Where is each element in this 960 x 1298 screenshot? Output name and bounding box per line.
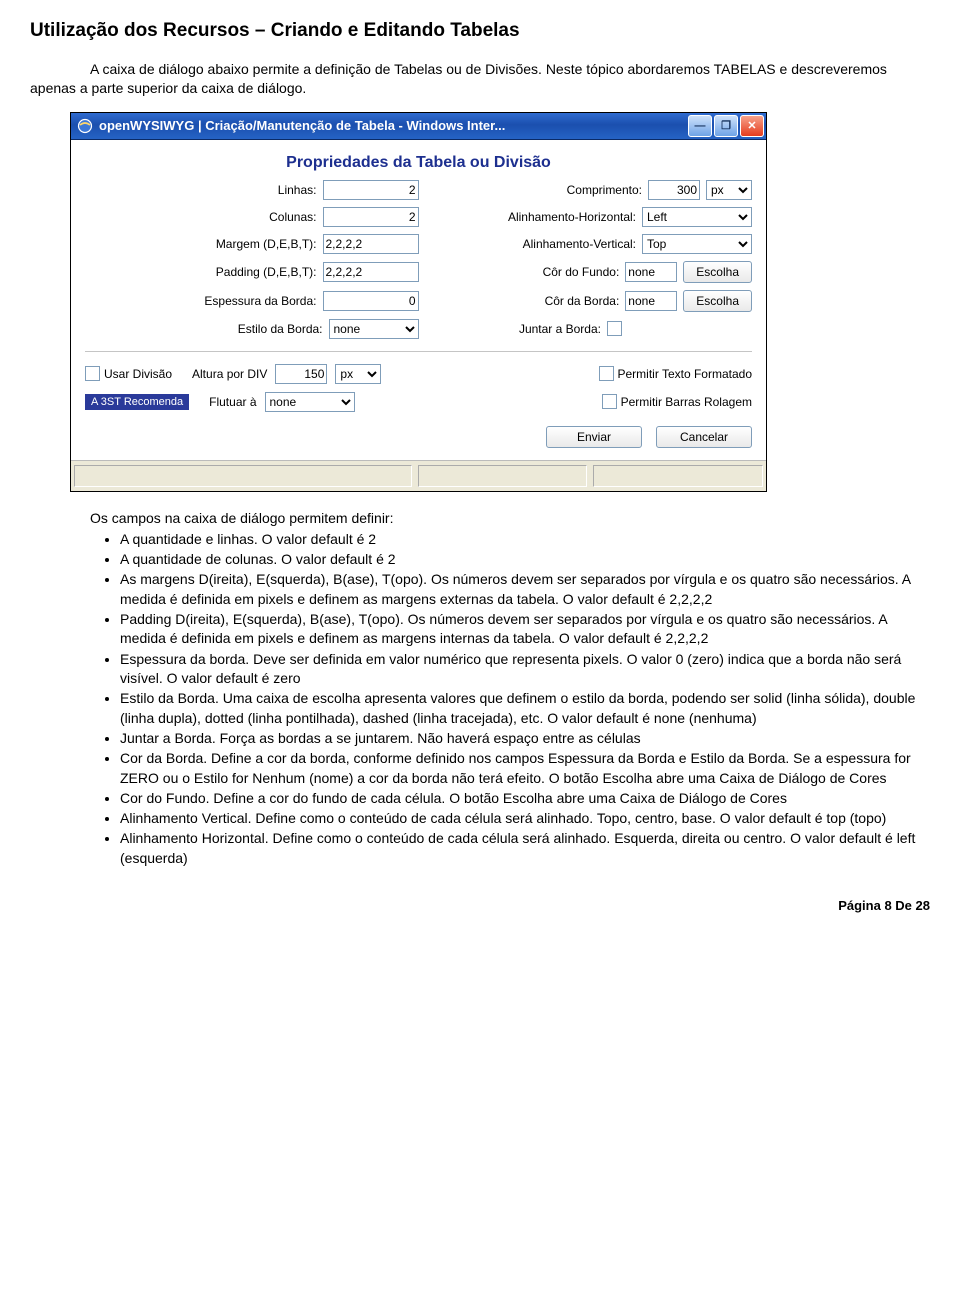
comprimento-input[interactable] <box>648 180 700 200</box>
list-item: Estilo da Borda. Uma caixa de escolha ap… <box>120 689 930 728</box>
page-footer: Página 8 De 28 <box>30 898 930 913</box>
ie-icon <box>77 118 93 134</box>
close-button[interactable]: ✕ <box>740 115 764 137</box>
page-title: Utilização dos Recursos – Criando e Edit… <box>30 20 930 42</box>
label-colunas: Colunas: <box>269 210 316 224</box>
intro-paragraph: A caixa de diálogo abaixo permite a defi… <box>30 60 930 98</box>
maximize-button[interactable]: ❐ <box>714 115 738 137</box>
label-estilo: Estilo da Borda: <box>238 322 323 336</box>
altura-div-input[interactable] <box>275 364 327 384</box>
list-item: Cor do Fundo. Define a cor do fundo de c… <box>120 789 930 808</box>
window-title: openWYSIWYG | Criação/Manutenção de Tabe… <box>99 118 688 133</box>
list-item: As margens D(ireita), E(squerda), B(ase)… <box>120 570 930 609</box>
espessura-input[interactable] <box>323 291 419 311</box>
label-juntar: Juntar a Borda: <box>519 322 601 336</box>
list-item: Alinhamento Horizontal. Define como o co… <box>120 829 930 868</box>
label-alinh-v: Alinhamento-Vertical: <box>523 237 636 251</box>
cor-borda-escolha-button[interactable]: Escolha <box>683 290 752 312</box>
label-linhas: Linhas: <box>278 183 317 197</box>
dialog-legend: Propriedades da Tabela ou Divisão <box>85 154 752 172</box>
dialog-window: openWYSIWYG | Criação/Manutenção de Tabe… <box>70 112 767 492</box>
list-item: Espessura da borda. Deve ser definida em… <box>120 650 930 689</box>
usar-divisao-checkbox[interactable] <box>85 366 100 381</box>
list-item: Cor da Borda. Define a cor da borda, con… <box>120 749 930 788</box>
label-comprimento: Comprimento: <box>567 183 642 197</box>
label-espessura: Espessura da Borda: <box>204 294 316 308</box>
list-item: Juntar a Borda. Força as bordas a se jun… <box>120 729 930 748</box>
alinh-h-select[interactable]: Left <box>642 207 752 227</box>
separator <box>85 351 752 352</box>
label-permitir-texto: Permitir Texto Formatado <box>618 367 753 381</box>
label-permitir-rolagem: Permitir Barras Rolagem <box>621 395 752 409</box>
minimize-button[interactable]: — <box>688 115 712 137</box>
label-margem: Margem (D,E,B,T): <box>216 237 317 251</box>
alinh-v-select[interactable]: Top <box>642 234 752 254</box>
colunas-input[interactable] <box>323 207 419 227</box>
label-usar-divisao: Usar Divisão <box>104 367 172 381</box>
estilo-select[interactable]: none <box>329 319 419 339</box>
flutuar-select[interactable]: none <box>265 392 355 412</box>
cor-borda-input[interactable] <box>625 291 677 311</box>
enviar-button[interactable]: Enviar <box>546 426 642 448</box>
list-item: Alinhamento Vertical. Define como o cont… <box>120 809 930 828</box>
label-flutuar: Flutuar à <box>209 395 256 409</box>
label-cor-borda: Côr da Borda: <box>545 294 620 308</box>
list-item: A quantidade de colunas. O valor default… <box>120 550 930 569</box>
label-padding: Padding (D,E,B,T): <box>216 265 317 279</box>
list-item: Padding D(ireita), E(squerda), B(ase), T… <box>120 610 930 649</box>
altura-div-unit-select[interactable]: px <box>335 364 381 384</box>
linhas-input[interactable] <box>323 180 419 200</box>
bullet-list: A quantidade e linhas. O valor default é… <box>30 530 930 868</box>
label-alinh-h: Alinhamento-Horizontal: <box>508 210 636 224</box>
lead-text: Os campos na caixa de diálogo permitem d… <box>30 510 930 526</box>
cor-fundo-escolha-button[interactable]: Escolha <box>683 261 752 283</box>
permitir-rolagem-checkbox[interactable] <box>602 394 617 409</box>
recomenda-badge: A 3ST Recomenda <box>85 394 189 410</box>
window-statusbar <box>71 460 766 491</box>
juntar-checkbox[interactable] <box>607 321 622 336</box>
label-altura-div: Altura por DIV <box>192 367 267 381</box>
label-cor-fundo: Côr do Fundo: <box>543 265 620 279</box>
margem-input[interactable] <box>323 234 419 254</box>
comprimento-unit-select[interactable]: px <box>706 180 752 200</box>
list-item: A quantidade e linhas. O valor default é… <box>120 530 930 549</box>
permitir-texto-checkbox[interactable] <box>599 366 614 381</box>
cor-fundo-input[interactable] <box>625 262 677 282</box>
cancelar-button[interactable]: Cancelar <box>656 426 752 448</box>
padding-input[interactable] <box>323 262 419 282</box>
titlebar: openWYSIWYG | Criação/Manutenção de Tabe… <box>71 113 766 140</box>
